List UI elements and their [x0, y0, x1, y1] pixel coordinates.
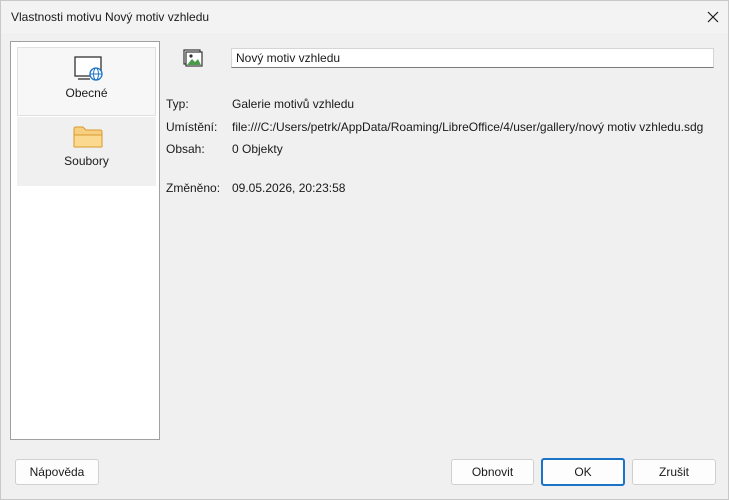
- sidebar-item-files[interactable]: Soubory: [17, 117, 156, 186]
- modified-value: 09.05.2026, 20:23:58: [232, 181, 346, 195]
- location-value: file:///C:/Users/petrk/AppData/Roaming/L…: [232, 120, 704, 134]
- cancel-button[interactable]: Zrušit: [632, 459, 716, 485]
- sidebar-item-label: Soubory: [64, 154, 109, 168]
- properties-dialog: Vlastnosti motivu Nový motiv vzhledu Obe…: [0, 0, 729, 500]
- dialog-title: Vlastnosti motivu Nový motiv vzhledu: [11, 10, 210, 24]
- help-button[interactable]: Nápověda: [15, 459, 99, 485]
- theme-name-input[interactable]: [231, 48, 714, 68]
- category-sidebar: Obecné Soubory: [10, 41, 160, 440]
- title-bar: Vlastnosti motivu Nový motiv vzhledu: [1, 1, 728, 33]
- gallery-image-icon: [183, 49, 203, 67]
- folder-icon: [73, 126, 103, 148]
- ok-button[interactable]: OK: [541, 458, 625, 486]
- content-value: 0 Objekty: [232, 142, 283, 156]
- sidebar-item-general[interactable]: Obecné: [17, 47, 156, 116]
- type-label: Typ:: [166, 97, 189, 111]
- monitor-globe-icon: [74, 56, 103, 81]
- close-button[interactable]: [698, 1, 728, 33]
- location-label: Umístění:: [166, 120, 218, 134]
- close-icon: [707, 11, 719, 23]
- content-label: Obsah:: [166, 142, 205, 156]
- type-value: Galerie motivů vzhledu: [232, 97, 355, 111]
- reset-button[interactable]: Obnovit: [451, 459, 534, 485]
- sidebar-item-label: Obecné: [65, 86, 108, 100]
- modified-label: Změněno:: [166, 181, 221, 195]
